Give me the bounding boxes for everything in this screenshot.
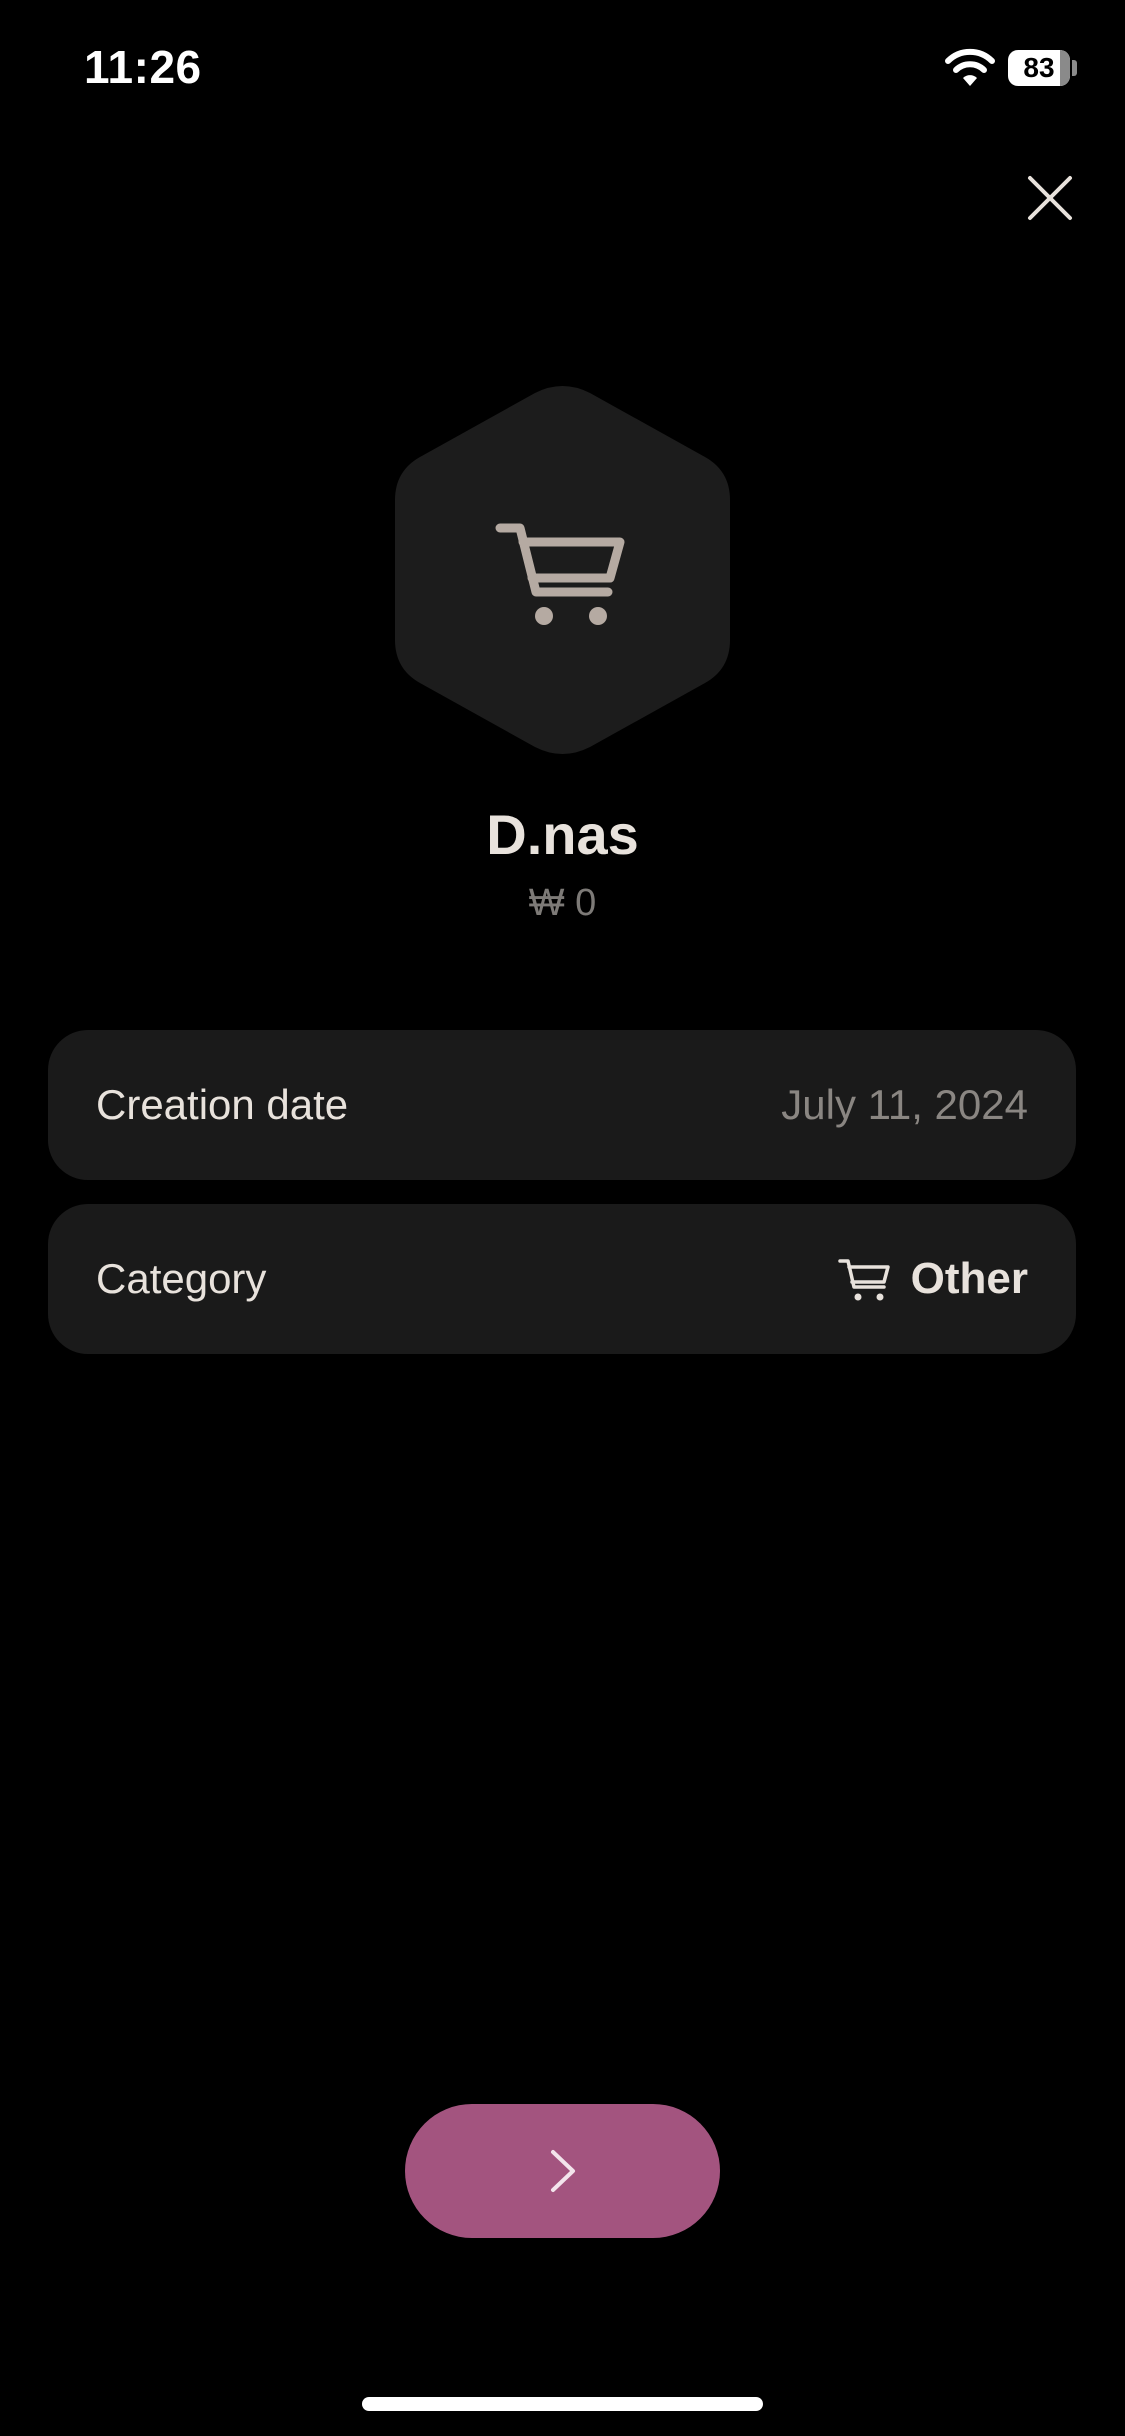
account-balance: ₩ 0 (528, 882, 597, 924)
battery-cap (1072, 60, 1077, 76)
close-button[interactable] (1020, 168, 1080, 228)
shopping-cart-icon (837, 1259, 890, 1301)
close-icon (1028, 176, 1072, 220)
category-value: Other (910, 1254, 1028, 1303)
status-bar: 11:26 83 (0, 0, 1125, 140)
shopping-cart-icon (495, 523, 625, 625)
creation-date-row: Creation date July 11, 2024 (48, 1030, 1076, 1180)
category-selector[interactable]: Other (837, 1204, 1028, 1354)
battery-icon: 83 (1008, 50, 1070, 86)
chevron-right-icon (551, 2150, 575, 2192)
creation-date-label: Creation date (96, 1081, 349, 1128)
next-button[interactable] (405, 2104, 720, 2238)
category-row[interactable]: Category Other (48, 1204, 1076, 1354)
home-indicator[interactable] (362, 2397, 763, 2411)
category-label: Category (96, 1255, 267, 1302)
battery-level: 83 (1023, 52, 1055, 83)
account-name: D.nas (486, 803, 639, 866)
creation-date-value: July 11, 2024 (781, 1081, 1028, 1128)
status-time: 11:26 (84, 41, 202, 93)
wifi-icon (945, 48, 995, 86)
